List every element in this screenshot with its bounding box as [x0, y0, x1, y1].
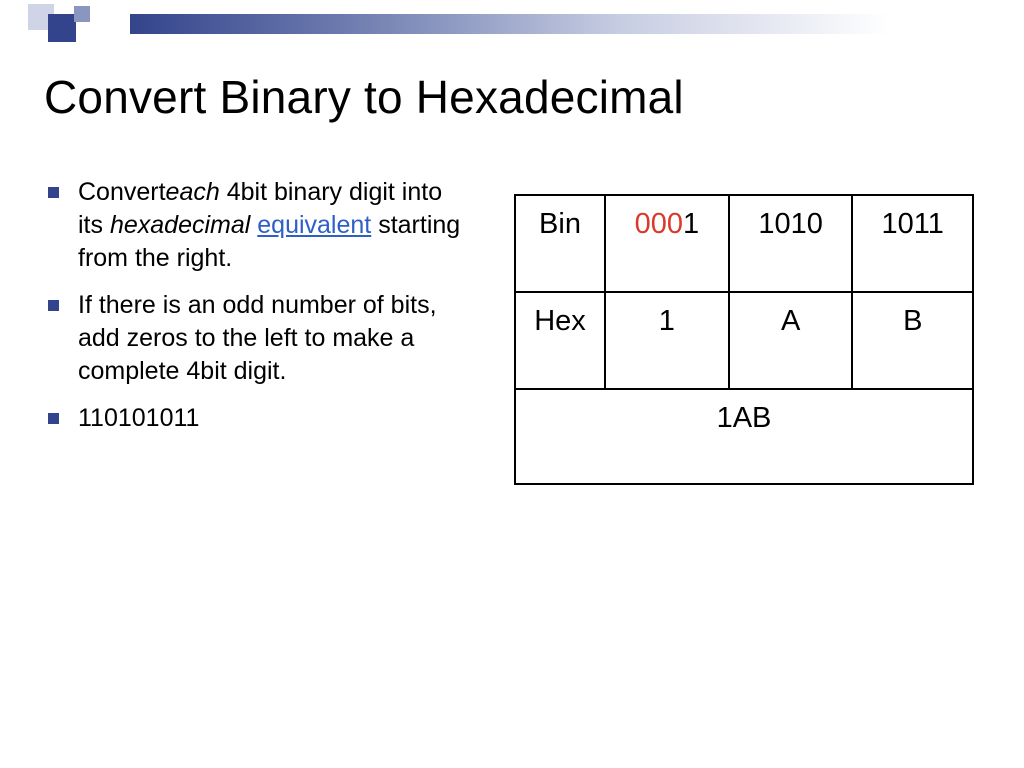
decoration-squares	[28, 4, 118, 40]
cell-bin-3: 1011	[852, 195, 973, 292]
cell-hex-2: A	[729, 292, 853, 389]
content-row: Converteach 4bit binary digit into its h…	[44, 176, 980, 485]
decoration-gradient-bar	[130, 14, 1024, 34]
table-row-bin: Bin 0001 1010 1011	[515, 195, 973, 292]
padded-zeros: 000	[635, 208, 683, 240]
bullet-item: 110101011	[44, 402, 474, 435]
bullet-list: Converteach 4bit binary digit into its h…	[44, 176, 474, 435]
slide-title: Convert Binary to Hexadecimal	[44, 70, 980, 124]
bullet-item: Converteach 4bit binary digit into its h…	[44, 176, 474, 275]
cell-bin-2: 1010	[729, 195, 853, 292]
text: 1	[683, 208, 699, 240]
table-column: Bin 0001 1010 1011 Hex 1 A B 1AB	[514, 176, 974, 485]
text: Convert	[78, 178, 166, 206]
text-italic: each	[166, 178, 220, 206]
cell-bin-1: 0001	[605, 195, 729, 292]
slide-content: Convert Binary to Hexadecimal Converteac…	[44, 70, 980, 738]
equivalent-link[interactable]: equivalent	[257, 211, 371, 239]
bullet-item: If there is an odd number of bits, add z…	[44, 289, 474, 388]
slide-header-decoration	[0, 0, 1024, 44]
cell-label-hex: Hex	[515, 292, 605, 389]
text-italic: hexadecimal	[110, 211, 250, 239]
cell-result: 1AB	[515, 389, 973, 484]
cell-hex-1: 1	[605, 292, 729, 389]
conversion-table: Bin 0001 1010 1011 Hex 1 A B 1AB	[514, 194, 974, 485]
deco-square	[48, 14, 76, 42]
cell-label-bin: Bin	[515, 195, 605, 292]
table-row-result: 1AB	[515, 389, 973, 484]
table-row-hex: Hex 1 A B	[515, 292, 973, 389]
cell-hex-3: B	[852, 292, 973, 389]
deco-square	[74, 6, 90, 22]
bullet-list-column: Converteach 4bit binary digit into its h…	[44, 176, 474, 485]
